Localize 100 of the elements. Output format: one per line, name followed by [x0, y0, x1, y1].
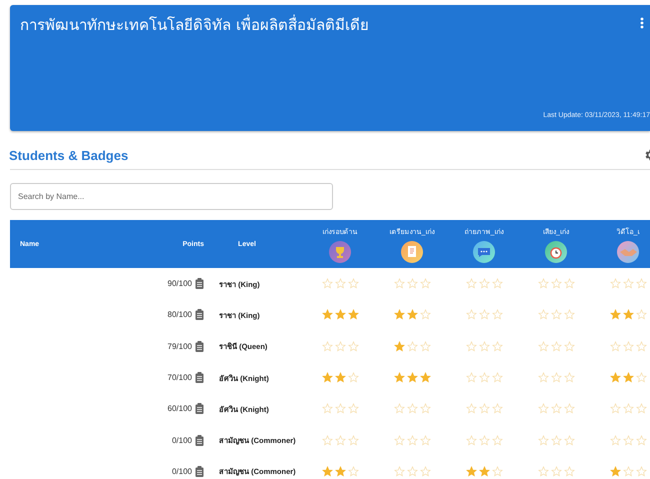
star-icon	[610, 466, 620, 477]
clipboard-icon[interactable]	[195, 309, 204, 320]
points-text: 60/100	[168, 404, 192, 414]
star-icon	[478, 278, 490, 290]
star-icon	[420, 403, 430, 414]
star-icon	[394, 466, 404, 477]
points-text: 79/100	[168, 342, 192, 351]
star-icon	[348, 403, 358, 414]
star-icon	[478, 372, 490, 384]
star-icon	[420, 434, 430, 446]
star-icon	[636, 403, 646, 414]
star-icon	[610, 309, 620, 320]
star-icon	[538, 434, 548, 446]
star-icon	[334, 309, 346, 320]
points-text: 70/100	[168, 373, 192, 382]
star-icon	[348, 372, 358, 384]
star-icon	[466, 309, 476, 320]
star-icon	[478, 340, 490, 352]
star-icon	[420, 278, 430, 290]
star-icon	[466, 434, 476, 446]
star-icon	[550, 466, 562, 477]
star-icon	[478, 309, 490, 320]
star-icon	[622, 340, 634, 352]
star-icon	[538, 278, 548, 290]
star-icon	[322, 278, 332, 290]
more-menu-icon[interactable]	[640, 17, 644, 29]
star-icon	[322, 309, 332, 320]
star-icon	[406, 466, 418, 477]
star-icon	[492, 372, 502, 384]
star-icon	[466, 403, 476, 414]
star-icon	[334, 466, 346, 477]
star-icon	[348, 309, 358, 320]
star-icon	[478, 466, 490, 477]
star-icon	[334, 372, 346, 384]
clipboard-icon[interactable]	[195, 340, 204, 352]
star-icon	[394, 340, 404, 352]
star-icon	[550, 403, 562, 414]
star-icon	[550, 278, 562, 290]
page-title: การพัฒนาทักษะเทคโนโลยีดิจิทัล เพื่อผลิตสื่อมัลติมีเดีย	[20, 14, 369, 36]
star-icon	[394, 309, 404, 320]
star-icon	[420, 466, 430, 477]
star-icon	[538, 403, 548, 414]
star-icon	[492, 434, 502, 446]
points-text: 0/100	[172, 436, 192, 445]
star-icon	[636, 434, 646, 446]
star-icon	[394, 403, 404, 414]
star-icon	[406, 278, 418, 290]
trophy-icon	[329, 240, 351, 262]
star-icon	[406, 309, 418, 320]
star-icon	[636, 309, 646, 320]
star-icon	[322, 340, 332, 352]
star-icon	[492, 340, 502, 352]
star-icon	[478, 403, 490, 414]
star-icon	[322, 403, 332, 414]
star-icon	[538, 309, 548, 320]
star-icon	[334, 434, 346, 446]
star-icon	[466, 372, 476, 384]
star-icon	[348, 466, 358, 477]
star-icon	[610, 372, 620, 384]
clipboard-icon[interactable]	[195, 434, 204, 446]
star-icon	[406, 434, 418, 446]
star-icon	[394, 372, 404, 384]
star-icon	[610, 403, 620, 414]
star-icon	[610, 434, 620, 446]
star-icon	[466, 278, 476, 290]
star-icon	[550, 434, 562, 446]
star-icon	[492, 466, 502, 477]
document-icon	[401, 240, 423, 262]
star-icon	[334, 403, 346, 414]
points-text: 0/100	[172, 466, 192, 476]
star-icon	[564, 340, 574, 352]
clock-icon	[545, 240, 567, 262]
star-icon	[622, 466, 634, 477]
star-icon	[492, 309, 502, 320]
points-text: 80/100	[168, 310, 192, 320]
clipboard-icon[interactable]	[195, 403, 204, 414]
star-icon	[334, 278, 346, 290]
star-icon	[466, 466, 476, 477]
clipboard-icon[interactable]	[195, 466, 204, 477]
points-text: 90/100	[168, 279, 192, 288]
star-icon	[622, 372, 634, 384]
chat-icon	[473, 240, 495, 262]
star-icon	[610, 340, 620, 352]
star-icon	[564, 278, 574, 290]
star-icon	[538, 466, 548, 477]
star-icon	[550, 309, 562, 320]
star-icon	[406, 340, 418, 352]
search-field[interactable]: Search by Name...	[10, 183, 333, 210]
clipboard-icon[interactable]	[195, 278, 204, 290]
star-icon	[636, 278, 646, 290]
star-icon	[420, 372, 430, 384]
star-icon	[348, 340, 358, 352]
star-icon	[420, 309, 430, 320]
star-icon	[564, 309, 574, 320]
star-icon	[348, 278, 358, 290]
star-icon	[610, 278, 620, 290]
clipboard-icon[interactable]	[195, 372, 204, 384]
star-icon	[334, 340, 346, 352]
star-icon	[564, 466, 574, 477]
star-icon	[492, 403, 502, 414]
